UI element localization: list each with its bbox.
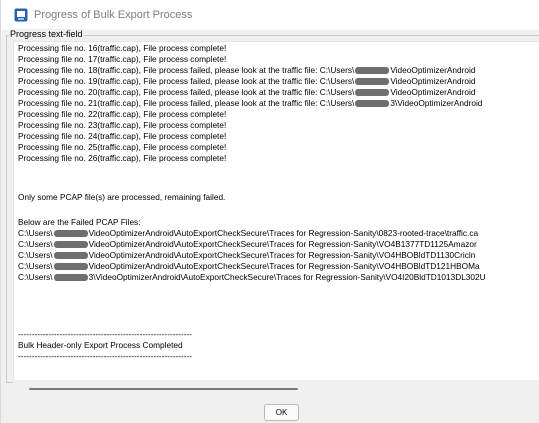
failed-file-path: C:\Users\ VideoOptimizerAndroid\AutoExpor…: [18, 261, 480, 271]
redaction-mark: [53, 274, 88, 281]
redaction-mark: [355, 67, 390, 74]
separator-line: ----------------------------------------…: [18, 351, 193, 361]
log-line: Processing file no. 21(traffic.cap), Fil…: [18, 98, 483, 108]
log-line: Below are the Failed PCAP Files:: [18, 217, 141, 227]
failed-file-path: C:\Users\ VideoOptimizerAndroid\AutoExpor…: [18, 250, 476, 260]
redaction-mark: [355, 100, 390, 107]
redaction-mark: [355, 89, 390, 96]
redaction-mark: [53, 241, 88, 248]
panel-legend: Progress text-field: [9, 29, 84, 40]
app-window-icon: [14, 8, 28, 22]
failed-file-path: C:\Users\ VideoOptimizerAndroid\AutoExpor…: [18, 228, 479, 238]
log-line: Processing file no. 19(traffic.cap), Fil…: [18, 76, 476, 86]
log-line: Processing file no. 25(traffic.cap), Fil…: [18, 142, 227, 152]
log-line: Processing file no. 17(traffic.cap), Fil…: [18, 54, 227, 64]
failed-file-path: C:\Users\ VideoOptimizerAndroid\AutoExpor…: [18, 239, 477, 249]
failed-file-path: C:\Users\ 3\VideoOptimizerAndroid\AutoExp…: [18, 272, 486, 282]
horizontal-scrollbar-thumb[interactable]: [29, 388, 298, 390]
log-line: Only some PCAP file(s) are processed, re…: [18, 192, 226, 202]
log-line: Processing file no. 22(traffic.cap), Fil…: [18, 109, 227, 119]
window-title: Progress of Bulk Export Process: [34, 9, 193, 21]
log-line: Processing file no. 24(traffic.cap), Fil…: [18, 131, 227, 141]
ok-button[interactable]: OK: [264, 404, 299, 421]
log-line: Processing file no. 23(traffic.cap), Fil…: [18, 120, 227, 130]
redaction-mark: [355, 78, 390, 85]
log-line: Processing file no. 26(traffic.cap), Fil…: [18, 153, 227, 163]
redaction-mark: [53, 252, 88, 259]
dialog-window: Progress of Bulk Export Process Progress…: [0, 0, 539, 423]
log-line: Processing file no. 16(traffic.cap), Fil…: [18, 43, 227, 53]
separator-line: ----------------------------------------…: [18, 329, 193, 339]
title-bar[interactable]: Progress of Bulk Export Process: [1, 0, 539, 30]
completion-message: Bulk Header-only Export Process Complete…: [18, 340, 183, 350]
progress-text-area[interactable]: Processing file no. 16(traffic.cap), Fil…: [13, 41, 539, 380]
log-line: Processing file no. 20(traffic.cap), Fil…: [18, 87, 476, 97]
log-line: Processing file no. 18(traffic.cap), Fil…: [18, 65, 476, 75]
redaction-mark: [53, 230, 88, 237]
redaction-mark: [53, 263, 88, 270]
